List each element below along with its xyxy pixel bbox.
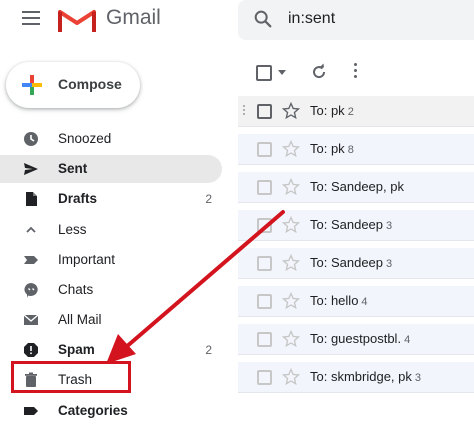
sidebar-item-label: Less [58,222,87,237]
thread-count: 4 [361,296,368,308]
message-row[interactable]: To: Sandeep, pk [238,172,474,203]
list-toolbar [238,58,474,88]
gmail-logo-icon[interactable] [58,6,96,34]
message-recipient: To: hello 4 [310,293,368,308]
message-recipient: To: guestpostbl. 4 [310,331,411,346]
message-row[interactable]: To: Sandeep 3 [238,210,474,241]
thread-count: 2 [347,106,354,118]
sidebar-item-spam[interactable]: Spam 2 [0,336,222,364]
sidebar-item-label: Spam [58,342,95,357]
row-checkbox[interactable] [257,370,272,385]
message-recipient: To: pk 8 [310,141,354,156]
mail-icon [23,314,39,325]
search-icon[interactable] [252,8,274,30]
drafts-count: 2 [205,192,212,206]
row-checkbox[interactable] [257,294,272,309]
row-checkbox[interactable] [257,180,272,195]
label-icon [24,407,38,415]
message-recipient: To: Sandeep 3 [310,217,393,232]
top-bar: Gmail [0,0,474,40]
star-icon[interactable] [282,330,300,348]
sidebar-item-label: All Mail [58,312,102,327]
star-icon[interactable] [282,216,300,234]
message-row[interactable]: To: hello 4 [238,286,474,317]
select-all-checkbox[interactable] [256,65,272,81]
message-row[interactable]: To: skmbridge, pk 3 [238,362,474,393]
row-checkbox[interactable] [257,332,272,347]
sidebar-item-less[interactable]: Less [0,216,222,244]
sidebar-item-important[interactable]: Important [0,246,222,274]
star-icon[interactable] [282,140,300,158]
thread-count: 4 [404,334,411,346]
search-box[interactable] [238,0,474,40]
important-icon [24,256,38,264]
row-checkbox[interactable] [257,218,272,233]
spam-count: 2 [205,343,212,357]
sidebar-item-all-mail[interactable]: All Mail [0,306,222,334]
sidebar-item-sent[interactable]: Sent [0,155,222,183]
message-row[interactable]: To: guestpostbl. 4 [238,324,474,355]
row-checkbox[interactable] [257,142,272,157]
row-checkbox[interactable] [257,104,272,119]
compose-label: Compose [58,76,122,92]
chevron-down-icon[interactable] [278,70,286,75]
brand-name: Gmail [106,6,161,29]
thread-count: 3 [386,220,393,232]
chat-icon [24,283,38,298]
row-checkbox[interactable] [257,256,272,271]
sidebar-item-label: Chats [58,282,94,297]
sidebar-item-chats[interactable]: Chats [0,276,222,304]
sidebar-item-drafts[interactable]: Drafts 2 [0,185,222,213]
drag-handle-icon[interactable] [243,105,249,117]
sidebar-item-label: Important [58,252,116,267]
thread-count: 8 [347,144,354,156]
message-recipient: To: Sandeep, pk [310,179,404,194]
sidebar-item-label: Drafts [58,191,98,206]
star-icon[interactable] [282,254,300,272]
sidebar-item-categories[interactable]: Categories [0,397,222,425]
sidebar-item-label: Categories [58,403,128,418]
star-icon[interactable] [282,102,300,120]
clock-icon [24,132,38,146]
spam-icon [24,343,38,357]
more-options-icon[interactable] [354,63,358,81]
star-icon[interactable] [282,368,300,386]
sidebar-item-label: Sent [58,161,88,176]
hamburger-menu-icon[interactable] [22,11,40,25]
annotation-highlight-box [11,361,131,393]
message-row[interactable]: To: Sandeep 3 [238,248,474,279]
message-recipient: To: Sandeep 3 [310,255,393,270]
sidebar-item-snoozed[interactable]: Snoozed [0,125,222,153]
refresh-icon[interactable] [310,63,328,81]
thread-count: 3 [386,258,393,270]
message-row[interactable]: To: pk 8 [238,134,474,165]
message-recipient: To: skmbridge, pk 3 [310,369,421,384]
search-input[interactable] [288,8,458,30]
plus-icon [22,75,42,95]
thread-count: 3 [414,372,421,384]
message-recipient: To: pk 2 [310,103,354,118]
draft-icon [26,192,37,206]
star-icon[interactable] [282,178,300,196]
compose-button[interactable]: Compose [6,62,140,108]
star-icon[interactable] [282,292,300,310]
send-icon [24,163,38,175]
message-row[interactable]: To: pk 2 [238,96,474,127]
chevron-up-icon [26,226,36,233]
sidebar-item-label: Snoozed [58,131,112,146]
